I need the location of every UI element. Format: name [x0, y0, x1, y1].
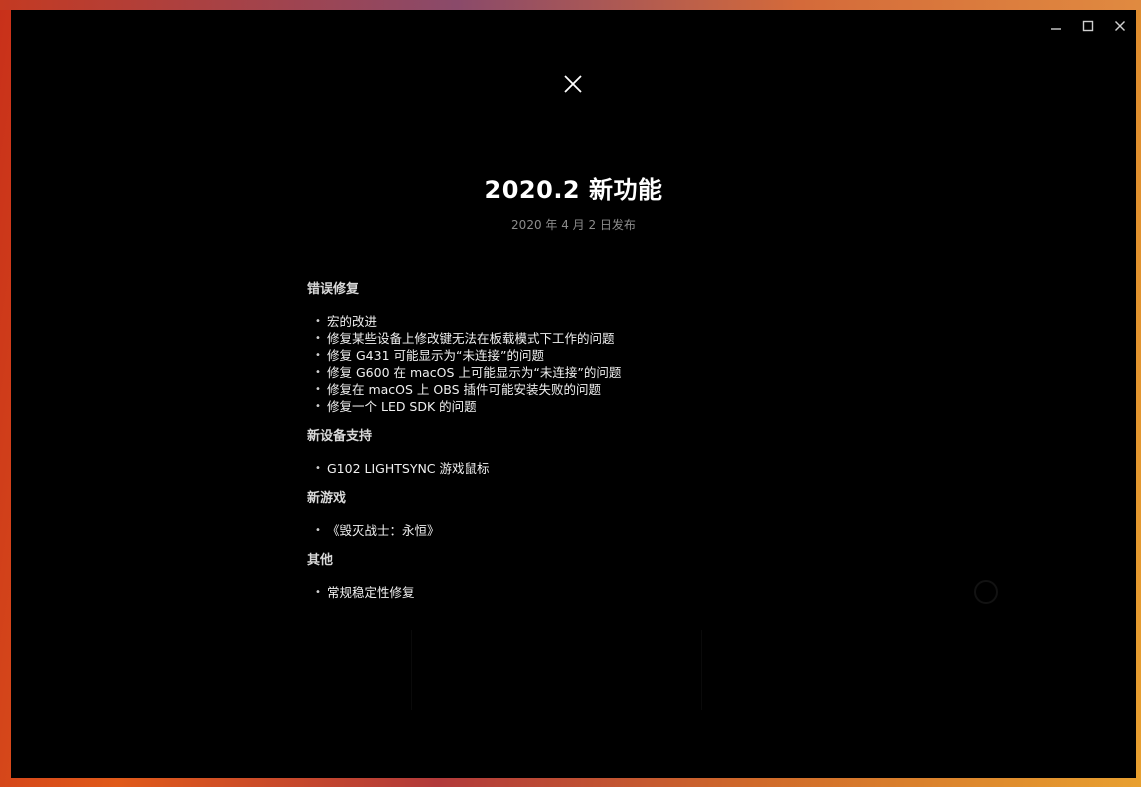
list-item: 修复 G431 可能显示为“未连接”的问题	[315, 347, 867, 364]
close-icon	[564, 75, 582, 93]
section-heading-new-devices: 新设备支持	[307, 429, 373, 444]
section-heading-new-games: 新游戏	[307, 491, 347, 506]
release-notes: 错误修复 宏的改进 修复某些设备上修改键无法在板载模式下工作的问题 修复 G43…	[307, 282, 867, 615]
minimize-icon	[1051, 28, 1061, 30]
maximize-icon	[1082, 20, 1094, 32]
divider	[701, 630, 702, 710]
section-heading-other: 其他	[307, 553, 334, 568]
window-controls	[1040, 10, 1136, 42]
close-window-button[interactable]	[1104, 10, 1136, 42]
list-item: 修复 G600 在 macOS 上可能显示为“未连接”的问题	[315, 364, 867, 381]
list-item: 《毁灭战士：永恒》	[315, 522, 867, 539]
divider	[411, 630, 412, 710]
minimize-button[interactable]	[1040, 10, 1072, 42]
other-list: 常规稳定性修复	[307, 584, 867, 601]
desktop-wallpaper	[0, 0, 1141, 10]
list-item: 修复某些设备上修改键无法在板载模式下工作的问题	[315, 330, 867, 347]
help-icon	[974, 580, 998, 604]
new-device-list: G102 LIGHTSYNC 游戏鼠标	[307, 460, 867, 477]
app-window: 2020.2 新功能 2020 年 4 月 2 日发布 错误修复 宏的改进 修复…	[11, 10, 1136, 778]
maximize-button[interactable]	[1072, 10, 1104, 42]
list-item: 修复一个 LED SDK 的问题	[315, 398, 867, 415]
list-item: G102 LIGHTSYNC 游戏鼠标	[315, 460, 867, 477]
list-item: 修复在 macOS 上 OBS 插件可能安装失败的问题	[315, 381, 867, 398]
bug-fix-list: 宏的改进 修复某些设备上修改键无法在板载模式下工作的问题 修复 G431 可能显…	[307, 313, 867, 415]
page-title: 2020.2 新功能	[484, 176, 663, 204]
list-item: 常规稳定性修复	[315, 584, 867, 601]
list-item: 宏的改进	[315, 313, 867, 330]
new-game-list: 《毁灭战士：永恒》	[307, 522, 867, 539]
modal-close-button[interactable]	[561, 72, 585, 96]
section-heading-bug-fixes: 错误修复	[307, 282, 360, 297]
release-date: 2020 年 4 月 2 日发布	[511, 218, 636, 232]
close-icon	[1115, 21, 1125, 31]
